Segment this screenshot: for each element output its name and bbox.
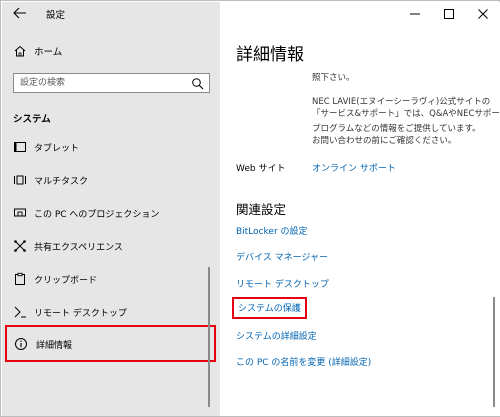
multitasking-icon: [13, 173, 27, 187]
device-manager-link[interactable]: デバイス マネージャー: [236, 250, 328, 263]
sidebar-item-home[interactable]: ホーム: [2, 40, 220, 62]
shared-experiences-icon: [13, 239, 27, 253]
sidebar-item-label: 詳細情報: [36, 341, 73, 351]
maximize-icon: [444, 9, 454, 19]
sidebar-item-label: ホーム: [34, 47, 63, 58]
projection-icon: [13, 206, 27, 220]
app-title: 設定: [46, 10, 66, 21]
window-controls: [398, 2, 500, 26]
sidebar-item-multitasking[interactable]: マルチタスク: [2, 167, 220, 193]
sidebar-item-label: 共有エクスペリエンス: [34, 243, 123, 253]
sidebar-scrollbar[interactable]: [208, 267, 210, 407]
sidebar-item-label: タブレット: [34, 144, 80, 154]
minimize-icon: [410, 13, 420, 15]
tablet-icon: [13, 140, 27, 154]
back-button[interactable]: [12, 5, 28, 21]
page-title: 詳細情報: [236, 45, 304, 65]
info-text-line: NEC LAVIE(エヌイーシーラヴィ)公式サイトの: [312, 97, 491, 107]
sidebar: 設定 ホーム システム: [2, 2, 220, 416]
info-text-line: プログラムなどの情報をご提供しています。: [312, 124, 481, 134]
main-scrollbar[interactable]: [493, 297, 495, 407]
info-text-line: 「サービス&サポート」では、Q&AやNECサポート: [312, 109, 500, 119]
main-content: 詳細情報 照下さい。 NEC LAVIE(エヌイーシーラヴィ)公式サイトの 「サ…: [220, 2, 500, 416]
sidebar-item-clipboard[interactable]: クリップボード: [2, 266, 220, 292]
rename-pc-link[interactable]: この PC の名前を変更 (詳細設定): [236, 355, 371, 368]
title-bar: 設定: [2, 2, 220, 26]
related-settings-heading: 関連設定: [236, 202, 287, 217]
system-protection-link[interactable]: システムの保護: [232, 297, 307, 319]
sidebar-item-label: クリップボード: [34, 276, 98, 286]
sidebar-item-remote-desktop[interactable]: リモート デスクトップ: [2, 299, 220, 325]
search-input[interactable]: [20, 76, 180, 90]
sidebar-item-label: この PC へのプロジェクション: [34, 210, 160, 220]
sidebar-item-projection[interactable]: この PC へのプロジェクション: [2, 200, 220, 226]
bitlocker-settings-link[interactable]: BitLocker の設定: [236, 224, 308, 237]
close-icon: [478, 9, 488, 19]
info-text-line: 照下さい。: [312, 73, 355, 83]
remote-desktop-link[interactable]: リモート デスクトップ: [236, 277, 329, 290]
section-label: システム: [13, 114, 51, 125]
advanced-system-settings-link[interactable]: システムの詳細設定: [236, 329, 317, 342]
settings-window: 設定 ホーム システム: [0, 0, 500, 417]
search-box[interactable]: [13, 73, 210, 93]
sidebar-item-label: マルチタスク: [34, 177, 89, 187]
online-support-link[interactable]: オンライン サポート: [312, 161, 396, 174]
close-button[interactable]: [466, 2, 500, 26]
sidebar-item-shared-experiences[interactable]: 共有エクスペリエンス: [2, 233, 220, 259]
search-icon[interactable]: [191, 77, 204, 90]
clipboard-icon: [13, 272, 27, 286]
info-text-line: お問い合わせの前にご確認ください。: [312, 136, 457, 146]
home-icon: [13, 44, 27, 58]
sidebar-item-label: リモート デスクトップ: [34, 309, 127, 319]
info-icon: [14, 337, 28, 351]
back-arrow-icon: [13, 7, 26, 19]
maximize-button[interactable]: [432, 2, 466, 26]
minimize-button[interactable]: [398, 2, 432, 26]
sidebar-item-tablet[interactable]: タブレット: [2, 134, 220, 160]
website-label: Web サイト: [236, 164, 286, 174]
remote-desktop-icon: [13, 305, 27, 319]
sidebar-item-about[interactable]: 詳細情報: [5, 325, 216, 362]
